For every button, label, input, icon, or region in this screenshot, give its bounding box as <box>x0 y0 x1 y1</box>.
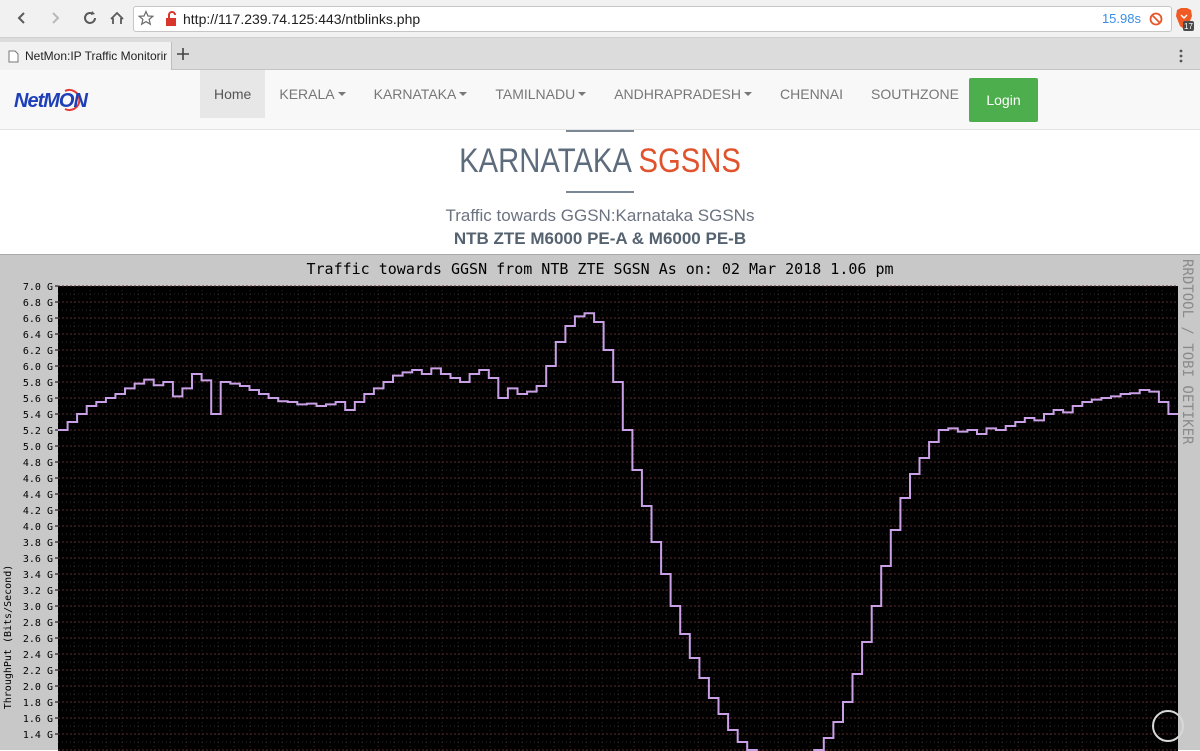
y-tick-label: 3.4 G <box>23 570 53 581</box>
y-tick-label: 4.0 G <box>23 522 53 533</box>
nav-chennai[interactable]: CHENNAI <box>766 70 857 118</box>
nav-southzone[interactable]: SOUTHZONE <box>857 70 973 118</box>
y-tick-label: 4.4 G <box>23 490 53 501</box>
page-icon <box>8 50 19 62</box>
nav-andhrapradesh[interactable]: ANDHRAPRADESH <box>600 70 766 118</box>
nav-label: CHENNAI <box>780 86 844 102</box>
y-tick-label: 5.2 G <box>23 426 53 437</box>
caret-down-icon <box>578 92 587 96</box>
y-tick-label: 4.2 G <box>23 506 53 517</box>
brave-shield-icon[interactable]: 17 <box>1174 7 1194 31</box>
page-subtitle: Traffic towards GGSN:Karnataka SGSNs <box>445 206 755 225</box>
y-tick-label: 5.4 G <box>23 410 53 421</box>
y-tick-label: 7.0 G <box>23 282 53 293</box>
page-title-accent: SGSNS <box>638 142 741 180</box>
caret-down-icon <box>744 92 753 96</box>
page-subtitle-bold: NTB ZTE M6000 PE-A & M6000 PE-B <box>453 229 747 248</box>
caret-down-icon <box>459 92 468 96</box>
bookmark-star-icon[interactable] <box>137 10 155 31</box>
blocked-icon[interactable] <box>1149 12 1163 31</box>
y-tick-label: 6.8 G <box>23 298 53 309</box>
nav-karnataka[interactable]: KARNATAKA <box>360 70 482 118</box>
page-title: KARNATAKA SGSNS <box>84 142 1116 181</box>
reload-icon[interactable] <box>78 6 102 30</box>
back-icon[interactable] <box>10 6 34 30</box>
y-tick-label: 2.8 G <box>23 618 53 629</box>
y-tick-label: 3.6 G <box>23 554 53 565</box>
nav-label: Home <box>214 86 252 102</box>
y-tick-label: 2.0 G <box>23 682 53 693</box>
y-tick-label: 6.4 G <box>23 330 53 341</box>
home-icon[interactable] <box>105 6 129 30</box>
url-text[interactable]: http://117.239.74.125:443/ntblinks.php <box>183 11 420 27</box>
nav-label: KERALA <box>279 86 335 102</box>
rrdtool-watermark: RRDTOOL / TOBI OETIKER <box>1179 259 1195 445</box>
y-tick-label: 3.8 G <box>23 538 53 549</box>
main-nav: Home KERALA KARNATAKA TAMILNADU ANDHRAPRADES… <box>200 70 1049 130</box>
y-tick-label: 4.6 G <box>23 474 53 485</box>
forward-icon[interactable] <box>43 6 67 30</box>
y-tick-label: 6.2 G <box>23 346 53 357</box>
nav-tamilnadu[interactable]: TAMILNADU <box>481 70 600 118</box>
y-tick-label: 1.6 G <box>23 714 53 725</box>
y-tick-label: 2.6 G <box>23 634 53 645</box>
load-time: 15.98s <box>1101 11 1141 26</box>
page-title-main: KARNATAKA <box>459 142 631 180</box>
y-tick-label: 6.6 G <box>23 314 53 325</box>
tab-strip: NetMon:IP Traffic Monitoring <box>0 38 1200 70</box>
y-axis-label: ThroughPut (Bits/Second) <box>3 565 14 710</box>
tab-title: NetMon:IP Traffic Monitoring <box>25 49 167 63</box>
y-tick-label: 1.8 G <box>23 698 53 709</box>
chart-title: Traffic towards GGSN from NTB ZTE SGSN A… <box>307 260 894 278</box>
nav-label: TAMILNADU <box>495 86 576 102</box>
heading-rule-top <box>566 130 634 132</box>
netmon-logo[interactable]: NetMON <box>13 87 119 113</box>
site-navbar: NetMON Home KERALA KARNATAKA TAMILNADU ANDHR… <box>0 70 1200 130</box>
browser-menu-icon[interactable] <box>1178 49 1184 68</box>
brave-badge-count: 17 <box>1184 22 1193 31</box>
y-tick-label: 6.0 G <box>23 362 53 373</box>
y-tick-label: 1.4 G <box>23 730 53 741</box>
tab-netmon[interactable]: NetMon:IP Traffic Monitoring <box>0 42 172 70</box>
new-tab-icon[interactable] <box>176 47 190 66</box>
nav-label: SOUTHZONE <box>871 86 959 102</box>
address-bar[interactable]: http://117.239.74.125:443/ntblinks.php 1… <box>133 6 1172 32</box>
nav-kerala[interactable]: KERALA <box>265 70 359 118</box>
login-button[interactable]: Login <box>969 78 1038 122</box>
insecure-lock-icon[interactable] <box>165 11 179 32</box>
y-tick-label: 4.8 G <box>23 458 53 469</box>
y-tick-label: 5.0 G <box>23 442 53 453</box>
y-tick-label: 2.4 G <box>23 650 53 661</box>
traffic-graph-svg: Traffic towards GGSN from NTB ZTE SGSN A… <box>3 259 1195 751</box>
caret-down-icon <box>337 92 346 96</box>
y-tick-label: 5.6 G <box>23 394 53 405</box>
y-tick-label: 3.2 G <box>23 586 53 597</box>
nav-label: ANDHRAPRADESH <box>614 86 742 102</box>
logo-text: NetMON <box>14 90 88 112</box>
heading-rule-bottom <box>566 191 634 193</box>
nav-home[interactable]: Home <box>200 70 266 118</box>
y-tick-label: 2.2 G <box>23 666 53 677</box>
browser-toolbar: http://117.239.74.125:443/ntblinks.php 1… <box>0 0 1200 38</box>
nav-label: KARNATAKA <box>373 86 457 102</box>
traffic-graph: Traffic towards GGSN from NTB ZTE SGSN A… <box>0 254 1200 751</box>
y-tick-label: 3.0 G <box>23 602 53 613</box>
y-tick-label: 5.8 G <box>23 378 53 389</box>
